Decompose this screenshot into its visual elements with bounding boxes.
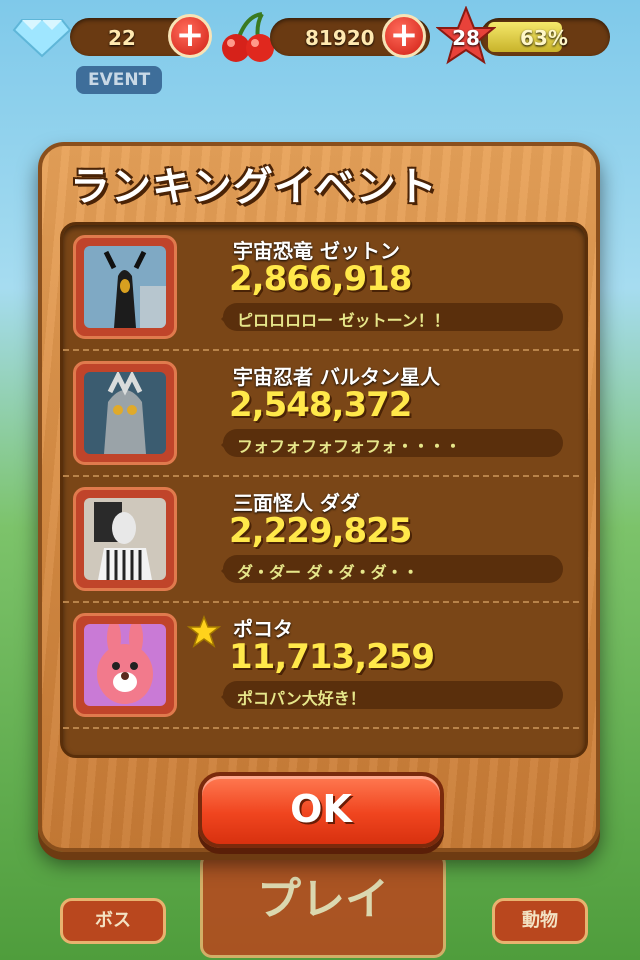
- player-score: 11,713,259: [229, 637, 435, 677]
- cherry-count: 81920: [305, 26, 375, 50]
- level-progress-text: 63%: [520, 26, 568, 50]
- avatar: [84, 372, 166, 454]
- ranking-row: 三面怪人 ダダ 2,229,825 ダ・ダー ダ・ダ・ダ・・: [63, 477, 579, 603]
- avatar-frame: [73, 235, 177, 339]
- message-bubble: ポコパン大好き！: [221, 681, 563, 709]
- player-score: 2,866,918: [229, 259, 412, 299]
- ranking-row: 宇宙恐竜 ゼットン 2,866,918 ピロロロロー ゼットーン！！: [63, 225, 579, 351]
- player-message: ピロロロロー ゼットーン！！: [237, 311, 450, 330]
- cherry-icon: [222, 12, 274, 62]
- dialog-title: ランキングイベント: [70, 164, 438, 210]
- boss-button[interactable]: ボス: [60, 898, 166, 944]
- avatar-frame: [73, 361, 177, 465]
- ranking-event-dialog: ランキングイベント 宇宙恐竜 ゼットン 2,866,918 ピロロロロー ゼット…: [38, 142, 600, 852]
- add-cherries-button[interactable]: +: [382, 14, 426, 58]
- avatar: [84, 624, 166, 706]
- add-gems-button[interactable]: +: [168, 14, 212, 58]
- avatar: [84, 498, 166, 580]
- message-bubble: ピロロロロー ゼットーン！！: [221, 303, 563, 331]
- ranking-list[interactable]: 宇宙恐竜 ゼットン 2,866,918 ピロロロロー ゼットーン！！ 宇宙忍者 …: [60, 222, 588, 758]
- favorite-star-icon: [187, 615, 221, 648]
- avatar-frame: [73, 613, 177, 717]
- player-message: ポコパン大好き！: [237, 689, 366, 708]
- player-score: 2,548,372: [229, 385, 412, 425]
- diamond-icon: [12, 19, 72, 58]
- ok-button[interactable]: OK: [198, 772, 444, 848]
- avatar-frame: [73, 487, 177, 591]
- player-message: ダ・ダー ダ・ダ・ダ・・: [237, 563, 419, 582]
- player-score: 2,229,825: [229, 511, 412, 551]
- level-number: 28: [452, 26, 480, 50]
- player-message: フォフォフォフォフォ・・・・: [237, 437, 462, 456]
- event-tag[interactable]: EVENT: [76, 66, 163, 94]
- ranking-row: 宇宙忍者 バルタン星人 2,548,372 フォフォフォフォフォ・・・・: [63, 351, 579, 477]
- animals-button[interactable]: 動物: [492, 898, 588, 944]
- gem-count: 22: [108, 26, 136, 50]
- ranking-row-self: ポコタ 11,713,259 ポコパン大好き！: [63, 603, 579, 729]
- level-star-icon: 28: [435, 5, 497, 66]
- message-bubble: ダ・ダー ダ・ダ・ダ・・: [221, 555, 563, 583]
- message-bubble: フォフォフォフォフォ・・・・: [221, 429, 563, 457]
- avatar: [84, 246, 166, 328]
- play-button[interactable]: プレイ: [200, 852, 446, 958]
- top-hud: 22 + 81920 + 63% 28 EVENT: [0, 0, 640, 94]
